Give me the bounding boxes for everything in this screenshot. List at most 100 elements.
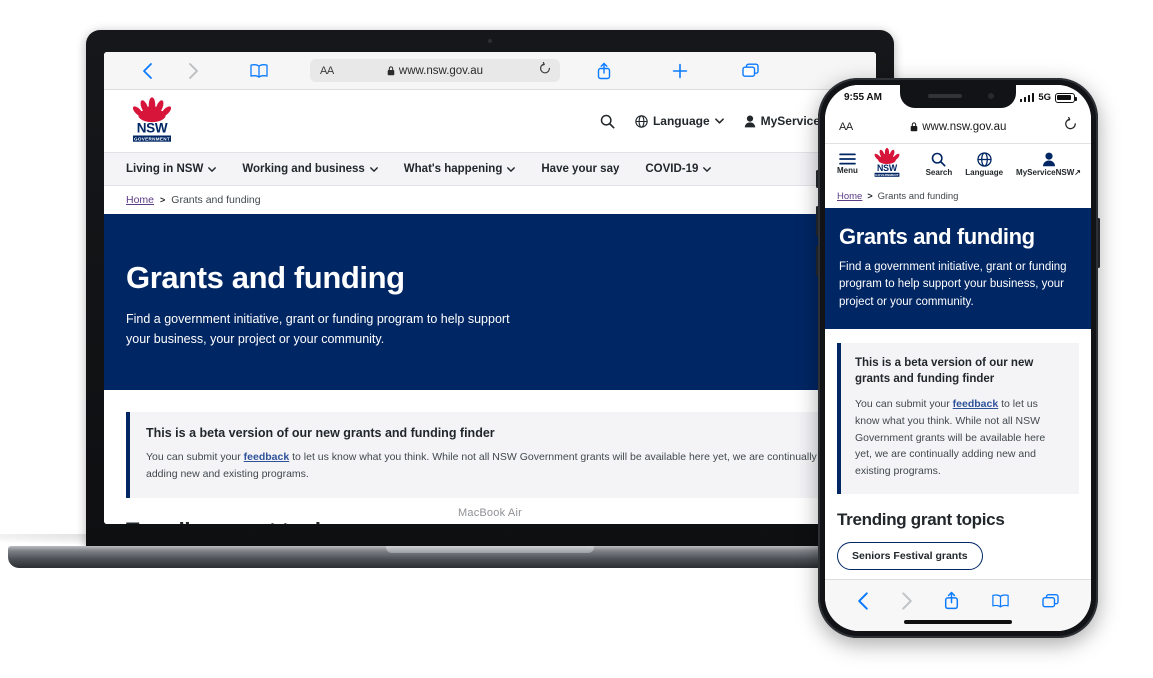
share-button-icon[interactable] [568,62,640,80]
person-icon [744,115,755,127]
page-title: Grants and funding [126,260,405,295]
notch [900,85,1016,108]
earpiece-speaker [928,94,962,98]
breadcrumb-separator: > [160,195,166,205]
nav-label: Working and business [242,163,365,175]
safari-toolbar: AA www.nsw.gov.au [104,52,876,90]
nav-item-covid-19[interactable]: COVID-19 [645,163,712,175]
mobile-breadcrumb-home-link[interactable]: Home [837,191,862,202]
hamburger-icon [839,153,856,165]
menu-label: Menu [837,166,858,175]
mobile-language-button[interactable]: Language [965,151,1004,177]
search-button[interactable] [600,114,615,129]
back-button-icon[interactable] [124,62,170,80]
svg-text:NSW: NSW [877,162,898,172]
svg-text:GOVERNMENT: GOVERNMENT [134,136,170,141]
nav-label: Living in NSW [126,163,204,175]
address-bar-host: www.nsw.gov.au [310,65,560,77]
text-size-button[interactable]: AA [320,65,334,77]
nsw-website-desktop: NSW GOVERNMENT Language MyServiceNSW Liv… [104,90,876,524]
chevron-down-icon [714,118,724,124]
nav-item-working-and-business[interactable]: Working and business [242,163,378,175]
mobile-beta-body: You can submit your feedback to let us k… [855,396,1065,480]
lock-icon [910,121,918,131]
mobile-bookmarks-button-icon[interactable] [991,593,1010,609]
feedback-link[interactable]: feedback [244,451,290,463]
mobile-myservicensw-button[interactable]: MyServiceNSW↗ [1016,152,1081,177]
mobile-page-title: Grants and funding [839,224,1035,249]
mobile-feedback-link[interactable]: feedback [953,398,999,410]
mobile-site-header: Menu NSW GOVERNMENT Search Language MySe… [825,144,1091,184]
new-tab-button-icon[interactable] [640,63,720,79]
bookmarks-sidebar-icon[interactable] [216,63,302,79]
page-subtitle: Find a government initiative, grant or f… [126,312,510,347]
laptop-screen-content: AA www.nsw.gov.au NSW GOVERNMENT Languag… [104,52,876,524]
battery-icon [1055,92,1077,103]
nav-label: COVID-19 [645,163,699,175]
nav-item-living-in-nsw[interactable]: Living in NSW [126,163,217,175]
reload-button-icon[interactable] [539,61,551,80]
iphone-body: 9:55 AM 5G AA www.nsw.gov.au Menu NSW GO… [818,78,1098,638]
breadcrumb-current: Grants and funding [171,194,261,206]
nav-item-whats-happening[interactable]: What's happening [404,163,516,175]
iphone-device: 9:55 AM 5G AA www.nsw.gov.au Menu NSW GO… [816,78,1100,638]
beta-notice-body: You can submit your feedback to let us k… [146,449,838,484]
mobile-back-button-icon[interactable] [857,591,869,611]
network-type: 5G [1038,92,1051,103]
nsw-government-logo-mobile[interactable]: NSW GOVERNMENT [869,147,905,182]
signal-bars-icon [1019,93,1035,102]
mobile-tabs-button-icon[interactable] [1042,593,1059,609]
mobile-beta-notice-wrap: This is a beta version of our new grants… [825,329,1091,494]
address-bar[interactable]: AA www.nsw.gov.au [310,59,560,82]
menu-button[interactable]: Menu [837,153,858,175]
beta-notice-wrap: This is a beta version of our new grants… [104,390,876,499]
mobile-search-label: Search [925,167,953,177]
mobile-address-bar[interactable]: AA www.nsw.gov.au [825,110,1091,144]
show-tabs-button-icon[interactable] [720,63,780,78]
mobile-breadcrumb: Home > Grants and funding [825,184,1091,208]
status-indicators: 5G [1019,92,1077,103]
mobile-page-subtitle: Find a government initiative, grant or f… [839,261,1067,308]
mobile-share-button-icon[interactable] [944,591,959,610]
mobile-beta-heading: This is a beta version of our new grants… [855,356,1034,385]
mobile-reload-button-icon[interactable] [1064,116,1077,136]
chevron-down-icon [369,166,378,172]
breadcrumb-home-link[interactable]: Home [126,194,154,206]
mobile-myservicensw-label: MyServiceNSW↗ [1016,168,1081,177]
mobile-header-left: Menu NSW GOVERNMENT [837,147,905,182]
svg-text:NSW: NSW [137,120,168,135]
nav-label: What's happening [403,163,503,175]
nsw-government-logo[interactable]: NSW GOVERNMENT [126,96,182,147]
masthead-actions: Language MyServiceNSW [600,114,854,129]
mobile-beta-notice: This is a beta version of our new grants… [837,342,1079,494]
mobile-url-host: www.nsw.gov.au [853,121,1064,133]
globe-icon [635,114,648,128]
mobile-language-label: Language [965,167,1004,177]
laptop-lid: AA www.nsw.gov.au NSW GOVERNMENT Languag… [86,30,894,550]
nav-label: Have your say [541,163,620,175]
globe-icon [976,151,992,167]
person-icon [1042,152,1055,166]
iphone-screen: 9:55 AM 5G AA www.nsw.gov.au Menu NSW GO… [825,85,1091,631]
lock-icon [387,65,395,75]
mobile-text-size-button[interactable]: AA [839,121,853,133]
mobile-url-text: www.nsw.gov.au [922,120,1007,133]
home-indicator [904,620,1012,624]
breadcrumb: Home > Grants and funding [104,186,876,214]
mobile-forward-button-icon[interactable] [901,591,913,611]
mobile-myservicensw-text: MyServiceNSW [1016,167,1075,177]
mobile-hero-banner: Grants and funding Find a government ini… [825,208,1091,329]
mobile-header-right: Search Language MyServiceNSW↗ [925,151,1081,177]
mobile-beta-text-before: You can submit your [855,397,953,410]
mobile-search-button[interactable]: Search [925,152,953,177]
mobile-breadcrumb-current: Grants and funding [877,190,959,202]
front-camera-icon [988,93,994,99]
chevron-down-icon [208,166,217,172]
forward-button-icon[interactable] [170,62,216,80]
nav-item-have-your-say[interactable]: Have your say [541,163,619,175]
main-navigation: Living in NSW Working and business What'… [104,152,876,186]
chip-seniors-festival-grants[interactable]: Seniors Festival grants [837,541,983,570]
url-text: www.nsw.gov.au [398,64,484,77]
language-button[interactable]: Language [635,114,724,128]
laptop-display: AA www.nsw.gov.au NSW GOVERNMENT Languag… [104,52,876,524]
